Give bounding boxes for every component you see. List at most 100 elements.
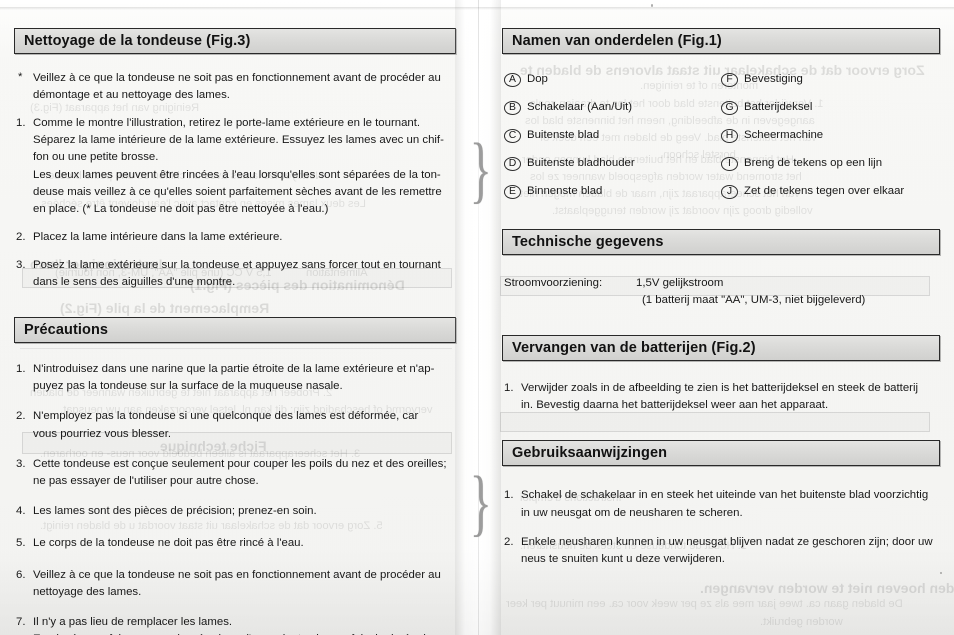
section-header-gebruik: Gebruiksaanwijzingen <box>502 440 940 467</box>
list-marker: 1. <box>504 489 514 502</box>
list-marker: 5. <box>16 536 26 549</box>
text-line: N'employez pas la tondeuse si une quelco… <box>33 410 419 423</box>
circled-letter-h: H <box>721 129 738 143</box>
text-line: démontage et au nettoyage des lames. <box>33 89 230 102</box>
part-item: G Batterijdeksel <box>721 101 938 115</box>
list-marker: 3. <box>16 457 26 470</box>
part-label: Dop <box>527 73 548 85</box>
paragraph: 3. Cette tondeuse est conçue seulement p… <box>16 456 454 490</box>
list-marker: 3. <box>16 258 26 271</box>
section-body-batterijen: 1. Verwijder zoals in de afbeelding te z… <box>504 380 938 414</box>
paragraph: 7. Il n'y a pas lieu de remplacer les la… <box>16 614 454 635</box>
text-line: puyez pas la tondeuse sur la surface de … <box>33 380 343 393</box>
paragraph: 2. Placez la lame intérieure dans la lam… <box>16 229 454 246</box>
section-body-gebruik: 1. Schakel de schakelaar in en steek het… <box>504 487 938 567</box>
parts-list-right: F Bevestiging G Batterijdeksel H Scheerm… <box>721 73 938 213</box>
list-marker: 7. <box>16 616 26 629</box>
paragraph: 1. Verwijder zoals in de afbeelding te z… <box>504 380 938 414</box>
right-column-dutch: Namen van onderdelen (Fig.1) A Dop B Sch… <box>488 0 954 577</box>
section-title: Technische gegevens <box>512 234 664 250</box>
section-title: Vervangen van de batterijen (Fig.2) <box>512 340 756 357</box>
circled-letter-i: I <box>721 157 738 171</box>
text-line: fon ou une petite brosse. <box>33 151 159 164</box>
list-marker: 6. <box>16 569 26 582</box>
text-line: Verwijder zoals in de afbeelding te zien… <box>521 382 919 395</box>
text-line: N'introduisez dans une narine que la par… <box>33 363 435 376</box>
continuation-text: Les deux lames peuvent être rincées à l'… <box>33 167 454 218</box>
list-marker: 1. <box>16 363 26 376</box>
paragraph-text: Verwijder zoals in de afbeelding te zien… <box>521 380 938 414</box>
paragraph: 5. Le corps de la tondeuse ne doit pas ê… <box>16 535 454 552</box>
list-marker: 2. <box>16 410 26 423</box>
circled-letter-a: A <box>504 73 521 87</box>
section-header-nettoyage: Nettoyage de la tondeuse (Fig.3) <box>14 28 456 54</box>
text-line: vous pourriez vous blesser. <box>33 427 172 440</box>
paragraph: 2. N'employez pas la tondeuse si une que… <box>16 408 454 442</box>
text-line: nettoyage des lames. <box>33 586 142 599</box>
continuation-text: Employée une fois par semaine, à raison … <box>33 631 454 635</box>
section-title: Namen van onderdelen (Fig.1) <box>512 33 722 49</box>
part-item: I Breng de tekens op een lijn <box>721 157 938 171</box>
part-item: B Schakelaar (Aan/Uit) <box>504 101 721 115</box>
paragraph-text: N'introduisez dans une narine que la par… <box>33 361 454 395</box>
circled-letter-d: D <box>504 157 521 171</box>
list-marker: 2. <box>16 230 26 243</box>
section-title: Précautions <box>24 322 109 339</box>
paragraph-text: Veillez à ce que la tondeuse ne soit pas… <box>33 70 454 104</box>
part-label: Binnenste blad <box>527 185 603 197</box>
text-line: Posez la lame extérieure sur la tondeuse… <box>33 258 441 271</box>
part-label: Schakelaar (Aan/Uit) <box>527 101 633 113</box>
list-marker: 1. <box>504 382 514 395</box>
text-line: Il n'y a pas lieu de remplacer les lames… <box>33 616 233 629</box>
paragraph-text: Comme le montre l'illustration, retirez … <box>33 115 454 218</box>
paragraph-text: N'employez pas la tondeuse si une quelco… <box>33 408 454 442</box>
part-label: Breng de tekens op een lijn <box>744 157 883 169</box>
part-item: A Dop <box>504 73 721 87</box>
text-line: neus te snuiten kunt u deze verwijderen. <box>521 552 725 565</box>
paragraph: * Veillez à ce que la tondeuse ne soit p… <box>16 70 454 104</box>
text-line: Schakel de schakelaar in en steek het ui… <box>521 489 929 502</box>
part-label: Batterijdeksel <box>744 101 813 113</box>
text-line: Veillez à ce que la tondeuse ne soit pas… <box>33 569 441 582</box>
paragraph: 1. N'introduisez dans une narine que la … <box>16 361 454 395</box>
paragraph-text: Il n'y a pas lieu de remplacer les lames… <box>33 614 454 635</box>
part-label: Scheermachine <box>744 129 824 141</box>
paragraph-text: Posez la lame extérieure sur la tondeuse… <box>33 257 454 291</box>
part-item: H Scheermachine <box>721 129 938 143</box>
text-line: Les deux lames peuvent être rincées à l'… <box>33 168 441 181</box>
text-line: Veillez à ce que la tondeuse ne soit pas… <box>33 72 441 84</box>
circled-letter-b: B <box>504 101 521 115</box>
paragraph-text: Enkele neusharen kunnen in uw neusgat bl… <box>521 534 938 568</box>
paragraph: 1. Schakel de schakelaar in en steek het… <box>504 487 938 521</box>
part-label: Buitenste blad <box>527 129 600 141</box>
spec-value: 1,5V gelijkstroom (1 batterij maat "AA",… <box>636 275 865 309</box>
circled-letter-j: J <box>721 185 738 199</box>
part-item: F Bevestiging <box>721 73 938 87</box>
section-body-precautions: 1. N'introduisez dans une narine que la … <box>16 361 454 635</box>
text-line: Séparez la lame intérieure de la lame ex… <box>33 134 444 147</box>
text-line: Employée une fois par semaine, à raison … <box>33 631 454 635</box>
list-marker: 4. <box>16 504 26 517</box>
part-item: E Binnenste blad <box>504 185 721 199</box>
paragraph: 2. Enkele neusharen kunnen in uw neusgat… <box>504 534 938 568</box>
paragraph-text: Les lames sont des pièces de précision; … <box>33 503 454 520</box>
text-line: en place. (* La tondeuse ne doit pas êtr… <box>33 202 329 215</box>
circled-letter-c: C <box>504 129 521 143</box>
text-line: Les lames sont des pièces de précision; … <box>33 504 317 517</box>
paragraph-text: Veillez à ce que la tondeuse ne soit pas… <box>33 567 454 601</box>
parts-list: A Dop B Schakelaar (Aan/Uit) C Buitenste… <box>504 73 938 213</box>
part-item: J Zet de tekens tegen over elkaar <box>721 185 938 199</box>
text-line: deuse mais veillez à ce qu'elles soient … <box>33 185 442 198</box>
section-title: Nettoyage de la tondeuse (Fig.3) <box>24 33 251 49</box>
part-item: D Buitenste bladhouder <box>504 157 721 171</box>
paragraph-text: Cette tondeuse est conçue seulement pour… <box>33 456 454 490</box>
text-line: in uw neusgat om de neusharen te scheren… <box>521 506 743 519</box>
spec-key: Stroomvoorziening: <box>504 277 603 289</box>
section-header-precautions: Précautions <box>14 317 456 344</box>
text-line: Cette tondeuse est conçue seulement pour… <box>33 457 447 470</box>
text-line: in. Bevestig daarna het batterijdeksel w… <box>521 399 829 412</box>
text-line: Enkele neusharen kunnen in uw neusgat bl… <box>521 535 933 548</box>
circled-letter-f: F <box>721 73 738 87</box>
circled-letter-e: E <box>504 185 521 199</box>
circled-letter-g: G <box>721 101 738 115</box>
